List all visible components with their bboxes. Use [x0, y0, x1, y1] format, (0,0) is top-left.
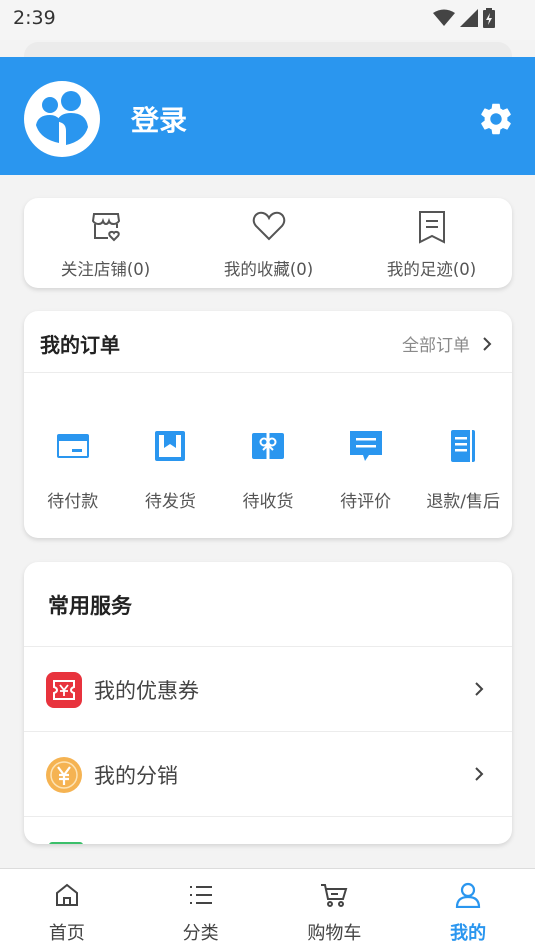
chevron-right-icon: [483, 336, 492, 351]
chevron-right-icon: [475, 767, 484, 781]
home-icon: [55, 883, 78, 906]
status-bar: 2:39: [0, 0, 535, 40]
bookmark-box-icon: [155, 431, 186, 461]
coupon-icon: [46, 672, 82, 708]
pending-payment-button[interactable]: 待付款: [24, 423, 122, 513]
receipt-icon: [418, 211, 445, 244]
profile-header: 登录: [0, 57, 535, 175]
tab-mine-label: 我的: [450, 923, 487, 944]
tab-mine[interactable]: 我的: [401, 869, 535, 951]
comment-icon: [349, 431, 382, 461]
quick-links-card: 关注店铺(0) 我的收藏(0) 我的足迹(0): [24, 198, 512, 288]
refund-aftersale-button[interactable]: 退款/售后: [414, 423, 512, 513]
refund-aftersale-label: 退款/售后: [426, 492, 501, 512]
footprints-label: 我的足迹(0): [386, 260, 477, 279]
cart-icon: [321, 884, 348, 907]
gift-icon: [251, 433, 284, 459]
wifi-icon: [433, 9, 455, 26]
login-link[interactable]: 登录: [131, 99, 187, 139]
my-coupons-row[interactable]: 我的优惠券: [24, 647, 512, 731]
followed-stores-label: 关注店铺(0): [60, 260, 151, 279]
pending-review-button[interactable]: 待评价: [317, 423, 415, 513]
signal-icon: [460, 9, 478, 27]
all-orders-label: 全部订单: [402, 336, 470, 356]
battery-icon: [483, 8, 495, 28]
document-icon: [451, 430, 476, 462]
pending-receipt-button[interactable]: 待收货: [219, 423, 317, 513]
my-orders-card: 我的订单 全部订单 待付款 待发货 待收货 待评价 退款/售后: [24, 311, 512, 538]
pending-payment-label: 待付款: [47, 492, 99, 512]
favorites-label: 我的收藏(0): [223, 260, 314, 279]
next-service-icon-peek: [49, 842, 83, 844]
divider: [24, 816, 512, 817]
my-distribution-row[interactable]: 我的分销: [24, 732, 512, 816]
my-coupons-label: 我的优惠券: [94, 679, 199, 703]
services-title: 常用服务: [48, 594, 132, 618]
status-time: 2:39: [13, 7, 56, 29]
store-heart-icon: [91, 213, 120, 242]
heart-icon: [252, 211, 285, 241]
wallet-icon: [56, 434, 89, 458]
tab-category-label: 分类: [182, 923, 219, 944]
my-distribution-label: 我的分销: [94, 764, 178, 788]
tab-cart-label: 购物车: [307, 923, 362, 944]
footprints-link[interactable]: 我的足迹(0): [350, 198, 513, 288]
pending-shipment-button[interactable]: 待发货: [122, 423, 220, 513]
bottom-tab-bar: 首页 分类 购物车 我的: [0, 868, 535, 951]
status-icons: [433, 8, 495, 28]
common-services-card: 常用服务 我的优惠券 我的分销: [24, 562, 512, 844]
yen-coin-icon: [46, 757, 82, 793]
orders-title: 我的订单: [40, 333, 120, 357]
tab-cart[interactable]: 购物车: [268, 869, 402, 951]
favorites-link[interactable]: 我的收藏(0): [187, 198, 350, 288]
pending-receipt-label: 待收货: [242, 492, 294, 512]
tab-category[interactable]: 分类: [134, 869, 268, 951]
chevron-right-icon: [475, 682, 484, 696]
followed-stores-link[interactable]: 关注店铺(0): [24, 198, 187, 288]
divider: [24, 372, 512, 373]
tab-home-label: 首页: [48, 923, 85, 944]
pending-shipment-label: 待发货: [144, 492, 196, 512]
pending-review-label: 待评价: [340, 492, 392, 512]
list-icon: [189, 886, 212, 904]
person-icon: [456, 882, 481, 908]
all-orders-link[interactable]: 全部订单: [402, 331, 492, 356]
avatar-icon[interactable]: [24, 81, 100, 157]
tab-home[interactable]: 首页: [0, 869, 134, 951]
settings-gear-icon[interactable]: [477, 100, 515, 138]
